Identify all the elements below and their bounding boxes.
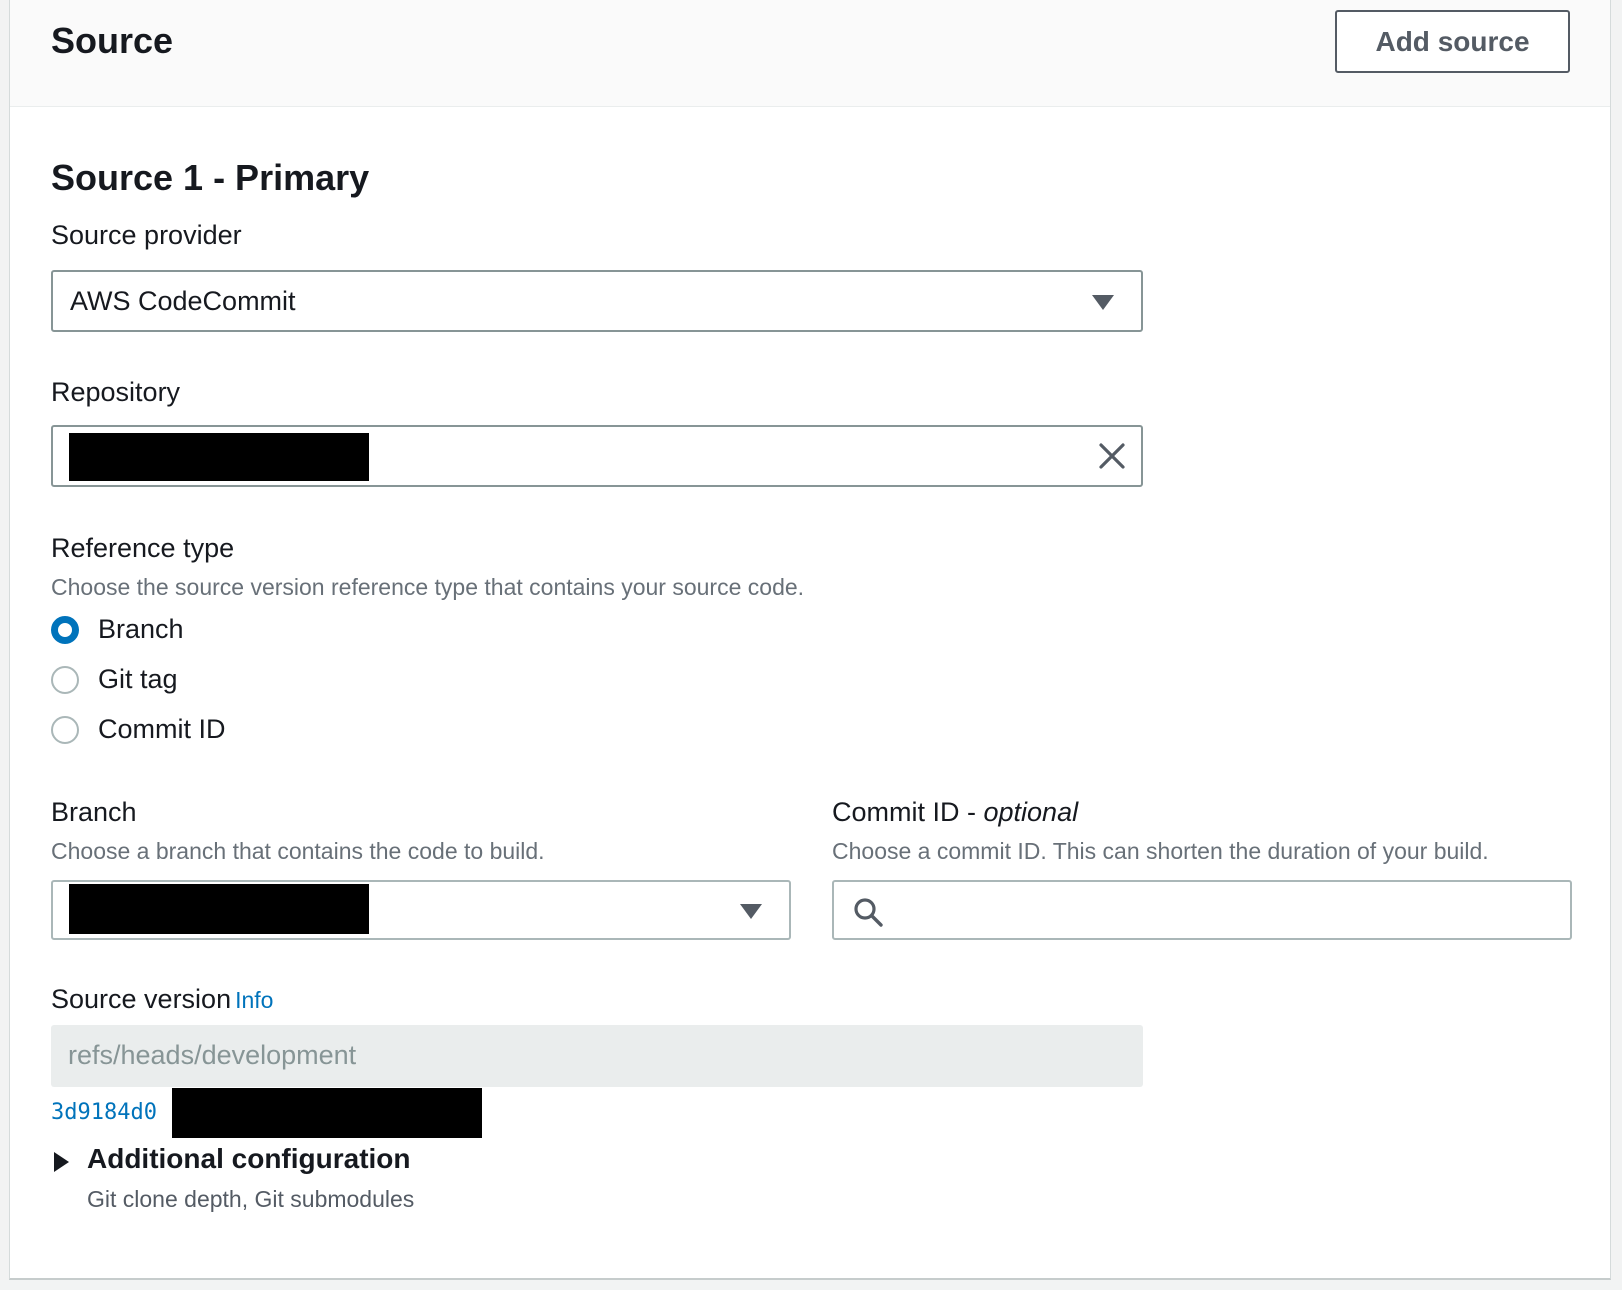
source-provider-select[interactable]: AWS CodeCommit <box>51 270 1143 332</box>
source-provider-value: AWS CodeCommit <box>70 286 296 316</box>
source-provider-label: Source provider <box>51 220 242 250</box>
reference-type-description: Choose the source version reference type… <box>51 574 805 600</box>
source-version-field: refs/heads/development <box>51 1025 1143 1087</box>
radio-button-checked[interactable] <box>51 616 79 644</box>
radio-label: Branch <box>98 614 184 644</box>
commit-id-label: Commit ID - optional <box>832 797 1078 828</box>
branch-description: Choose a branch that contains the code t… <box>51 838 545 864</box>
section-title: Source 1 - Primary <box>51 157 370 198</box>
repository-value-redacted <box>69 433 369 481</box>
panel-header: Source Add source <box>10 0 1610 107</box>
branch-label: Branch <box>51 797 137 827</box>
caret-down-icon <box>740 904 762 919</box>
radio-button[interactable] <box>51 666 79 694</box>
commit-link[interactable]: 3d9184d0 <box>51 1100 157 1125</box>
commit-id-description: Choose a commit ID. This can shorten the… <box>832 838 1489 864</box>
close-icon[interactable] <box>1097 441 1127 471</box>
commit-id-search-input[interactable] <box>832 880 1572 940</box>
radio-label: Commit ID <box>98 714 226 744</box>
source-panel: Source Add source Source 1 - Primary Sou… <box>9 0 1611 1280</box>
additional-configuration-label: Additional configuration <box>87 1143 411 1174</box>
caret-right-icon <box>54 1152 69 1172</box>
source-version-label: Source version Info <box>51 984 273 1015</box>
commit-id-label-text: Commit ID - <box>832 797 984 827</box>
info-link[interactable]: Info <box>235 987 273 1013</box>
reference-type-label: Reference type <box>51 533 235 563</box>
panel-title: Source <box>51 20 174 61</box>
source-version-value: refs/heads/development <box>68 1040 357 1070</box>
commit-hash-redacted <box>172 1088 482 1138</box>
optional-label: optional <box>983 797 1079 827</box>
radio-button[interactable] <box>51 716 79 744</box>
caret-down-icon <box>1092 295 1114 310</box>
branch-value-redacted <box>69 884 369 934</box>
additional-configuration-description: Git clone depth, Git submodules <box>87 1186 415 1212</box>
repository-label: Repository <box>51 377 181 407</box>
source-version-label-text: Source version <box>51 984 232 1014</box>
branch-select[interactable] <box>51 880 791 940</box>
search-icon <box>854 898 883 927</box>
radio-label: Git tag <box>98 664 178 694</box>
add-source-button[interactable]: Add source <box>1335 10 1570 73</box>
repository-input[interactable] <box>51 425 1143 487</box>
